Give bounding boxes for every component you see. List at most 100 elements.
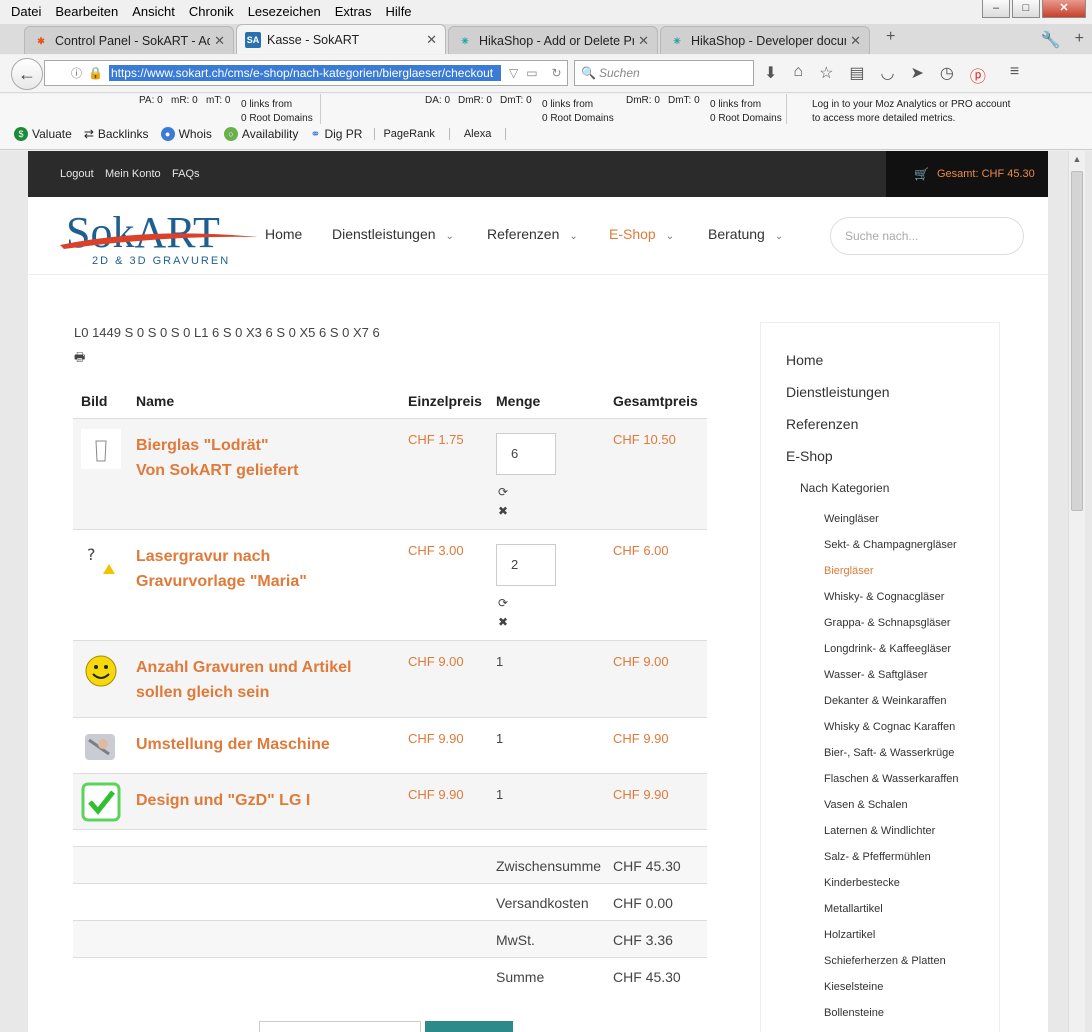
sokart-logo[interactable]: SokART 2D & 3D GRAVUREN bbox=[58, 207, 264, 267]
sidebar-item-category[interactable]: Holzartikel bbox=[824, 929, 875, 941]
sidebar-item-home[interactable]: Home bbox=[786, 352, 823, 368]
scrollbar-thumb[interactable] bbox=[1071, 171, 1083, 511]
url-bar[interactable]: ⓘ 🔒 https://www.sokart.ch/cms/e-shop/nac… bbox=[44, 60, 568, 86]
reader-view-icon[interactable]: ▭ bbox=[526, 66, 537, 80]
history-icon[interactable]: ◷ bbox=[940, 63, 954, 87]
reload-icon[interactable]: ↻ bbox=[552, 66, 562, 80]
sidebar-item-category[interactable]: Whisky- & Cognacgläser bbox=[824, 591, 944, 603]
nav-eshop[interactable]: E-Shop ⌄ bbox=[609, 226, 674, 242]
menu-hilfe[interactable]: Hilfe bbox=[379, 4, 419, 19]
print-icon[interactable]: 🖶 bbox=[74, 348, 85, 369]
pocket-icon[interactable]: ◡ bbox=[881, 63, 895, 87]
faqs-link[interactable]: FAQs bbox=[172, 168, 200, 180]
sidebar-item-eshop[interactable]: E-Shop bbox=[786, 448, 833, 464]
alexa-button[interactable]: Alexa bbox=[448, 128, 507, 140]
sidebar-item-referenzen[interactable]: Referenzen bbox=[786, 416, 858, 432]
close-tab-icon[interactable]: ✕ bbox=[426, 32, 437, 48]
search-input[interactable]: 🔍 Suchen bbox=[574, 60, 754, 86]
account-link[interactable]: Mein Konto bbox=[105, 168, 161, 180]
sidebar-item-category[interactable]: Salz- & Pfeffermühlen bbox=[824, 851, 931, 863]
nav-beratung[interactable]: Beratung ⌄ bbox=[708, 226, 783, 242]
home-icon[interactable]: ⌂ bbox=[793, 63, 803, 87]
menu-bearbeiten[interactable]: Bearbeiten bbox=[48, 4, 125, 19]
star-icon[interactable]: ☆ bbox=[819, 63, 833, 87]
sidebar-item-category[interactable]: Sekt- & Champagnergläser bbox=[824, 539, 957, 551]
sidebar-item-category[interactable]: Weingläser bbox=[824, 513, 879, 525]
sidebar-item-category[interactable]: Vasen & Schalen bbox=[824, 799, 908, 811]
quantity-input[interactable]: 6 bbox=[496, 433, 556, 475]
sidebar-item-category-active[interactable]: Biergläser bbox=[824, 565, 874, 577]
sidebar-item-category[interactable]: Bollensteine bbox=[824, 1007, 884, 1019]
moz-login-line2[interactable]: to access more detailed metrics. bbox=[812, 113, 955, 124]
logout-link[interactable]: Logout bbox=[60, 168, 94, 180]
cart-summary[interactable]: 🛒 Gesamt: CHF 45.30 bbox=[886, 151, 1048, 197]
partial-button[interactable] bbox=[425, 1021, 513, 1032]
close-window-button[interactable]: ✕ bbox=[1042, 0, 1086, 18]
scroll-up-icon[interactable]: ▲ bbox=[1069, 151, 1085, 168]
nav-referenzen[interactable]: Referenzen ⌄ bbox=[487, 226, 578, 242]
nav-home[interactable]: Home bbox=[265, 226, 302, 242]
whois-button[interactable]: ● Whois bbox=[160, 127, 212, 141]
partial-input[interactable] bbox=[259, 1021, 421, 1032]
send-icon[interactable]: ➤ bbox=[911, 63, 924, 87]
tab-hikashop-add[interactable]: ✳ HikaShop - Add or Delete Pro ✕ bbox=[448, 26, 658, 54]
maximize-button[interactable]: □ bbox=[1012, 0, 1040, 18]
product-name-link[interactable]: Design und "GzD" LG I bbox=[136, 788, 386, 813]
sidebar-item-category[interactable]: Kinderbestecke bbox=[824, 877, 900, 889]
tab-hikashop-dev[interactable]: ✳ HikaShop - Developer docum ✕ bbox=[660, 26, 870, 54]
close-tab-icon[interactable]: ✕ bbox=[850, 33, 861, 49]
availability-button[interactable]: ○ Availability bbox=[223, 127, 298, 141]
delete-icon[interactable]: ✖ bbox=[498, 504, 508, 518]
back-button[interactable]: ← bbox=[11, 58, 43, 90]
pinterest-icon[interactable]: ⓟ bbox=[970, 63, 986, 87]
tab-control-panel[interactable]: ✱ Control Panel - SokART - Adm ✕ bbox=[24, 26, 234, 54]
close-tab-icon[interactable]: ✕ bbox=[638, 33, 649, 49]
hamburger-menu-icon[interactable]: ≡ bbox=[1010, 63, 1019, 87]
sidebar-item-category[interactable]: Whisky & Cognac Karaffen bbox=[824, 721, 955, 733]
quantity-input[interactable]: 2 bbox=[496, 544, 556, 586]
sidebar-item-nach-kategorien[interactable]: Nach Kategorien bbox=[800, 481, 889, 495]
sidebar-item-category[interactable]: Schieferherzen & Platten bbox=[824, 955, 946, 967]
sidebar-item-category[interactable]: Metallartikel bbox=[824, 903, 883, 915]
sidebar-item-dienstleistungen[interactable]: Dienstleistungen bbox=[786, 384, 890, 400]
sidebar-item-category[interactable]: Longdrink- & Kaffeegläser bbox=[824, 643, 951, 655]
close-tab-icon[interactable]: ✕ bbox=[214, 33, 225, 49]
menu-extras[interactable]: Extras bbox=[328, 4, 379, 19]
wrench-icon[interactable]: 🔧 bbox=[1041, 30, 1061, 50]
download-icon[interactable]: ⬇ bbox=[764, 63, 777, 87]
dropdown-arrow-icon[interactable]: ▽ bbox=[509, 66, 518, 80]
menu-lesezeichen[interactable]: Lesezeichen bbox=[241, 4, 328, 19]
refresh-icon[interactable]: ⟳ bbox=[498, 485, 508, 499]
digpr-button[interactable]: ⚭ Dig PR bbox=[310, 127, 362, 141]
refresh-icon[interactable]: ⟳ bbox=[498, 596, 508, 610]
bookmarks-icon[interactable]: ▤ bbox=[849, 63, 864, 87]
site-search-input[interactable]: Suche nach... bbox=[830, 217, 1024, 255]
product-name-link[interactable]: Lasergravur nach Gravurvorlage "Maria" bbox=[136, 544, 386, 594]
sidebar-item-category[interactable]: Kieselsteine bbox=[824, 981, 883, 993]
url-text[interactable]: https://www.sokart.ch/cms/e-shop/nach-ka… bbox=[108, 65, 501, 81]
backlinks-button[interactable]: ⇄ Backlinks bbox=[84, 127, 149, 141]
menu-datei[interactable]: Datei bbox=[4, 4, 48, 19]
tab-kasse[interactable]: SA Kasse - SokART ✕ bbox=[236, 24, 446, 54]
product-name-link[interactable]: Bierglas "Lodrät" Von SokART geliefert bbox=[136, 433, 386, 483]
new-tab-icon[interactable]: + bbox=[886, 28, 895, 46]
sidebar-item-category[interactable]: Dekanter & Weinkaraffen bbox=[824, 695, 947, 707]
sidebar-item-category[interactable]: Wasser- & Saftgläser bbox=[824, 669, 928, 681]
sidebar-item-category[interactable]: Bier-, Saft- & Wasserkrüge bbox=[824, 747, 954, 759]
menu-ansicht[interactable]: Ansicht bbox=[125, 4, 182, 19]
delete-icon[interactable]: ✖ bbox=[498, 615, 508, 629]
sidebar-item-category[interactable]: Grappa- & Schnapsgläser bbox=[824, 617, 951, 629]
product-name-link[interactable]: Anzahl Gravuren und Artikel sollen gleic… bbox=[136, 655, 386, 705]
valuate-button[interactable]: $ Valuate bbox=[14, 127, 72, 141]
sidebar-item-category[interactable]: Flaschen & Wasserkaraffen bbox=[824, 773, 959, 785]
pagerank-button[interactable]: PageRank bbox=[374, 128, 442, 140]
moz-login-line1[interactable]: Log in to your Moz Analytics or PRO acco… bbox=[812, 99, 1010, 110]
plus-icon[interactable]: + bbox=[1075, 30, 1084, 50]
nav-dienstleistungen[interactable]: Dienstleistungen ⌄ bbox=[332, 226, 454, 242]
page-scrollbar[interactable]: ▲ bbox=[1068, 151, 1085, 1032]
info-icon[interactable]: ⓘ bbox=[71, 65, 82, 81]
sidebar-item-category[interactable]: Laternen & Windlichter bbox=[824, 825, 935, 837]
minimize-button[interactable]: – bbox=[982, 0, 1010, 18]
product-name-link[interactable]: Umstellung der Maschine bbox=[136, 732, 386, 757]
menu-chronik[interactable]: Chronik bbox=[182, 4, 241, 19]
